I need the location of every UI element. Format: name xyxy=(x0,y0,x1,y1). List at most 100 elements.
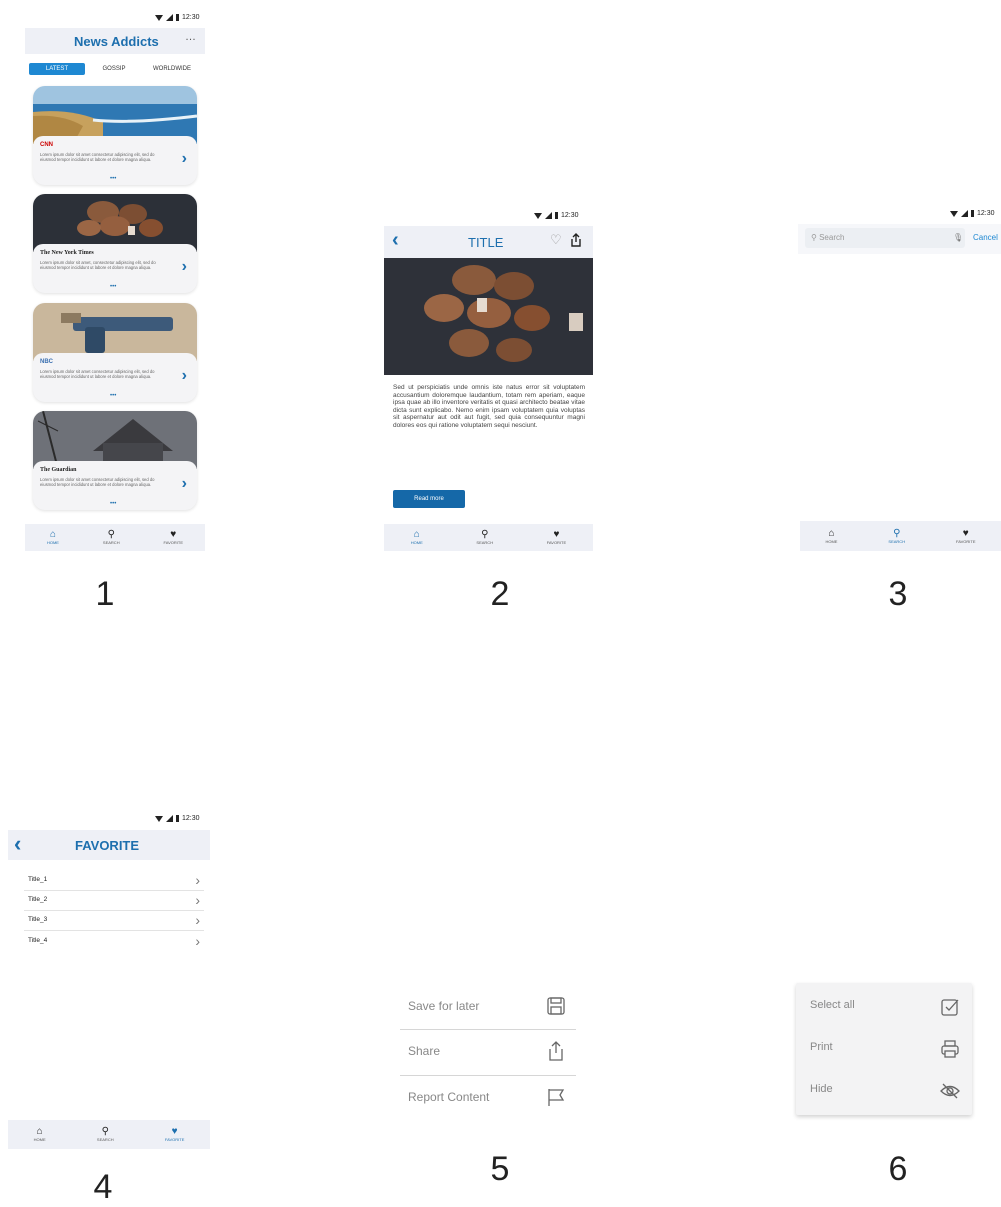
status-time: 12:30 xyxy=(182,815,200,822)
chevron-right-icon: › xyxy=(195,892,200,908)
nav-home[interactable]: ⌂ HOME xyxy=(411,529,423,546)
back-icon[interactable]: ‹ xyxy=(14,831,21,857)
card-summary: Lorem ipsum dolor sit amet consectetur a… xyxy=(40,477,155,487)
bottom-nav: ⌂ HOME ⚲ SEARCH ♥ FAVORITE xyxy=(8,1120,210,1149)
menu-item-hide[interactable]: Hide xyxy=(796,1071,972,1111)
screen-label: 6 xyxy=(888,1150,908,1188)
chevron-right-icon[interactable]: › xyxy=(182,150,187,168)
status-bar: 12:30 xyxy=(155,14,200,21)
news-card[interactable]: The Guardian Lorem ipsum dolor sit amet … xyxy=(33,411,197,510)
chevron-right-icon[interactable]: › xyxy=(182,475,187,493)
search-placeholder: Search xyxy=(819,233,845,242)
menu-item-print[interactable]: Print xyxy=(796,1029,972,1069)
nav-search[interactable]: ⚲ SEARCH xyxy=(888,527,905,544)
status-time: 12:30 xyxy=(182,14,200,21)
source-logo: NBC xyxy=(40,359,53,365)
home-icon: ⌂ xyxy=(36,1126,43,1137)
menu-item-share[interactable]: Share xyxy=(400,1030,576,1075)
signal-icon xyxy=(961,210,968,217)
nav-favorite[interactable]: ♥ FAVORITE xyxy=(164,530,183,546)
heart-icon: ♥ xyxy=(962,527,969,539)
mic-icon[interactable]: 🎙 xyxy=(953,228,963,248)
menu-item-select-all[interactable]: Select all xyxy=(796,987,972,1027)
card-body: The New York Times Lorem ipsum dolor sit… xyxy=(33,244,197,293)
home-icon: ⌂ xyxy=(828,527,835,539)
list-item[interactable]: Title_4 › xyxy=(24,931,204,951)
nav-home[interactable]: ⌂ HOME xyxy=(47,529,59,546)
save-icon xyxy=(547,997,565,1015)
menu-item-report[interactable]: Report Content xyxy=(400,1076,576,1121)
news-card[interactable]: CNN Lorem ipsum dolor sit amet consectet… xyxy=(33,86,197,185)
share-icon xyxy=(549,1041,563,1061)
nav-favorite[interactable]: ♥ FAVORITE xyxy=(165,1127,184,1143)
wifi-icon xyxy=(155,815,163,822)
more-icon[interactable]: … xyxy=(185,31,196,43)
bottom-nav: ⌂ HOME ⚲ SEARCH ♥ FAVORITE xyxy=(384,524,593,551)
list-item[interactable]: Title_2 › xyxy=(24,890,204,911)
signal-icon xyxy=(166,14,173,21)
news-card[interactable]: NBC Lorem ipsum dolor sit amet consectet… xyxy=(33,303,197,402)
signal-icon xyxy=(545,212,552,219)
article-text: Sed ut perspiciatis unde omnis iste natu… xyxy=(393,384,585,429)
bottom-nav: ⌂ HOME ⚲ SEARCH ♥ FAVORITE xyxy=(25,524,205,551)
card-body: NBC Lorem ipsum dolor sit amet consectet… xyxy=(33,353,197,402)
nav-search[interactable]: ⚲ SEARCH xyxy=(476,529,493,546)
app-header: News Addicts … xyxy=(25,28,205,54)
card-dots: ••• xyxy=(110,176,117,182)
wifi-icon xyxy=(534,212,542,219)
battery-icon xyxy=(555,212,558,219)
screen-label: 2 xyxy=(490,575,510,613)
battery-icon xyxy=(176,815,179,822)
home-icon: ⌂ xyxy=(413,529,420,540)
nav-search[interactable]: ⚲ SEARCH xyxy=(97,1126,114,1143)
eye-off-icon xyxy=(940,1083,960,1099)
status-time: 12:30 xyxy=(561,212,579,219)
search-input[interactable]: ⚲ Search 🎙 xyxy=(805,228,965,248)
status-bar: 12:30 xyxy=(155,815,200,822)
nav-favorite[interactable]: ♥ FAVORITE xyxy=(547,529,566,546)
cancel-button[interactable]: Cancel xyxy=(973,233,998,242)
chevron-right-icon[interactable]: › xyxy=(182,367,187,385)
search-icon: ⚲ xyxy=(811,233,817,242)
home-icon: ⌂ xyxy=(49,529,56,540)
card-dots: ••• xyxy=(110,393,117,399)
bottom-nav: ⌂ HOME ⚲ SEARCH ♥ FAVORITE xyxy=(800,521,1001,551)
app-title: News Addicts xyxy=(74,34,159,49)
nav-search[interactable]: ⚲ SEARCH xyxy=(103,530,120,546)
flag-icon xyxy=(548,1089,565,1106)
read-more-button[interactable]: Read more xyxy=(393,490,465,508)
chevron-right-icon: › xyxy=(195,872,200,888)
article-image xyxy=(384,258,593,375)
menu-item-save[interactable]: Save for later xyxy=(400,985,576,1030)
tab-worldwide[interactable]: WORLDWIDE xyxy=(143,63,201,75)
chevron-right-icon[interactable]: › xyxy=(182,258,187,276)
search-icon: ⚲ xyxy=(893,527,901,539)
tab-latest[interactable]: LATEST xyxy=(29,63,85,75)
list-item[interactable]: Title_3 › xyxy=(24,910,204,931)
favorite-header: ‹ FAVORITE xyxy=(8,830,210,860)
list-item[interactable]: Title_1 › xyxy=(24,870,204,891)
wifi-icon xyxy=(950,210,958,217)
share-icon[interactable] xyxy=(570,233,582,247)
screen-label: 5 xyxy=(490,1150,510,1188)
category-tabs: LATEST GOSSIP WORLDWIDE xyxy=(29,63,201,75)
news-card[interactable]: The New York Times Lorem ipsum dolor sit… xyxy=(33,194,197,293)
tab-gossip[interactable]: GOSSIP xyxy=(85,63,143,75)
favorite-title: FAVORITE xyxy=(75,838,140,853)
search-icon: ⚲ xyxy=(101,1126,109,1137)
heart-icon: ♥ xyxy=(553,529,560,540)
search-icon: ⚲ xyxy=(481,529,489,540)
nav-home[interactable]: ⌂ HOME xyxy=(34,1126,46,1143)
back-icon[interactable]: ‹ xyxy=(392,229,399,252)
article-header: ‹ TITLE ♡ xyxy=(384,226,593,258)
screen-label: 4 xyxy=(93,1168,113,1206)
nav-favorite[interactable]: ♥ FAVORITE xyxy=(956,527,975,544)
nav-home[interactable]: ⌂ HOME xyxy=(825,527,837,544)
heart-outline-icon[interactable]: ♡ xyxy=(550,232,562,248)
card-summary: Lorem ipsum dolor sit amet consectetur a… xyxy=(40,152,155,162)
source-logo: The Guardian xyxy=(40,467,77,473)
card-dots: ••• xyxy=(110,284,117,290)
card-summary: Lorem ipsum dolor sit amet, consectetur … xyxy=(40,260,156,270)
screen-label: 1 xyxy=(95,575,115,613)
chevron-right-icon: › xyxy=(195,933,200,949)
